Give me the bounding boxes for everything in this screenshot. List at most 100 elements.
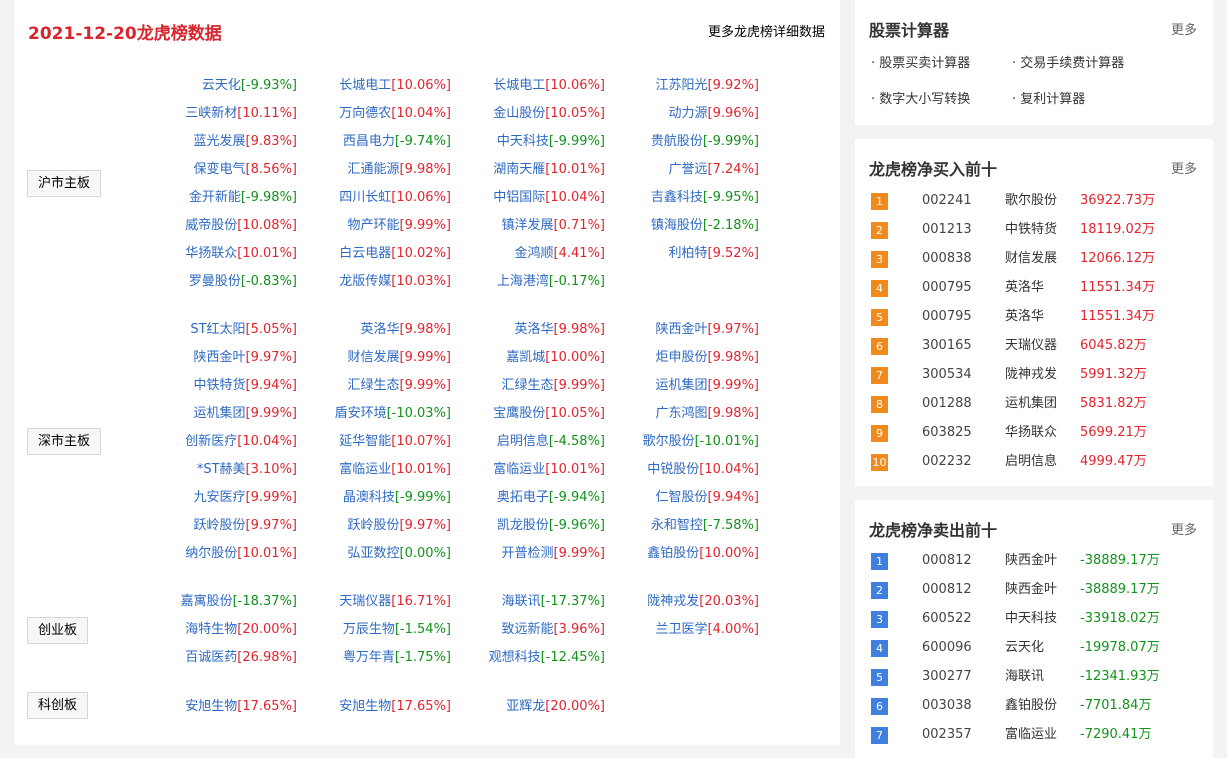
net-amount: 4999.47万 xyxy=(1080,454,1147,469)
stock-name: 上海港湾 xyxy=(496,274,549,289)
rank-row[interactable]: 7 002357 富临运业 -7290.41万 xyxy=(855,726,1213,746)
net-amount: -12341.93万 xyxy=(1080,669,1160,684)
stock-name[interactable]: 陕西金叶 xyxy=(1005,552,1057,570)
stock-link[interactable]: 利柏特[9.52%] xyxy=(14,242,759,261)
rank-number: 5 xyxy=(871,669,888,686)
stock-link[interactable]: 永和智控[-7.58%] xyxy=(14,514,759,533)
stock-code: 002241 xyxy=(922,193,972,208)
stock-name[interactable]: 运机集团 xyxy=(1005,395,1057,413)
net-amount: 5831.82万 xyxy=(1080,396,1147,411)
stock-change: [9.52%] xyxy=(707,246,759,261)
rank-row[interactable]: 3 000838 财信发展 12066.12万 xyxy=(855,250,1213,270)
rank-row[interactable]: 10 002232 启明信息 4999.47万 xyxy=(855,453,1213,473)
rank-number: 8 xyxy=(871,396,888,413)
stock-change: [-7.58%] xyxy=(702,518,759,533)
stock-name: 陕西金叶 xyxy=(655,322,708,337)
stock-name[interactable]: 陇神戎发 xyxy=(1005,366,1057,384)
stock-name: 仁智股份 xyxy=(655,490,708,505)
stock-link[interactable]: 中锐股份[10.04%] xyxy=(14,458,759,477)
stock-name[interactable]: 英洛华 xyxy=(1005,308,1044,326)
longhu-panel: 2021-12-20龙虎榜数据 更多龙虎榜详细数据 沪市主板 云天化[-9.93%… xyxy=(14,0,840,745)
stock-link[interactable]: 兰卫医学[4.00%] xyxy=(14,618,759,637)
rank-row[interactable]: 1 000812 陕西金叶 -38889.17万 xyxy=(855,552,1213,572)
calc-number-convert-link[interactable]: · 数字大小写转换 xyxy=(871,88,970,107)
net-amount: -38889.17万 xyxy=(1080,582,1160,597)
calc-compound-link[interactable]: · 复利计算器 xyxy=(1012,88,1085,107)
rank-number: 9 xyxy=(871,425,888,442)
stock-name[interactable]: 启明信息 xyxy=(1005,453,1057,471)
rank-row[interactable]: 3 600522 中天科技 -33918.02万 xyxy=(855,610,1213,630)
rank-row[interactable]: 4 000795 英洛华 11551.34万 xyxy=(855,279,1213,299)
buy-top10-more-link[interactable]: 更多 xyxy=(1171,158,1197,177)
stock-name: 贵航股份 xyxy=(650,134,703,149)
stock-name: 吉鑫科技 xyxy=(650,190,703,205)
stock-link[interactable]: 上海港湾[-0.17%] xyxy=(14,270,605,289)
rank-number: 6 xyxy=(871,698,888,715)
stock-name[interactable]: 云天化 xyxy=(1005,639,1044,657)
stock-link[interactable]: 贵航股份[-9.99%] xyxy=(14,130,759,149)
rank-row[interactable]: 8 001288 运机集团 5831.82万 xyxy=(855,395,1213,415)
net-amount: 12066.12万 xyxy=(1080,251,1156,266)
buy-top10-title: 龙虎榜净买入前十 xyxy=(869,160,998,179)
stock-name: 江苏阳光 xyxy=(655,78,708,93)
stock-name[interactable]: 中铁特货 xyxy=(1005,221,1057,239)
rank-row[interactable]: 6 300165 天瑞仪器 6045.82万 xyxy=(855,337,1213,357)
rank-row[interactable]: 4 600096 云天化 -19978.07万 xyxy=(855,639,1213,659)
stock-name[interactable]: 中天科技 xyxy=(1005,610,1057,628)
stock-change: [9.97%] xyxy=(707,322,759,337)
stock-code: 000812 xyxy=(922,582,972,597)
stock-name[interactable]: 歌尔股份 xyxy=(1005,192,1057,210)
sell-top10-more-link[interactable]: 更多 xyxy=(1171,519,1197,538)
stock-change: [-9.95%] xyxy=(702,190,759,205)
stock-link[interactable]: 吉鑫科技[-9.95%] xyxy=(14,186,759,205)
stock-link[interactable]: 陇神戎发[20.03%] xyxy=(14,590,759,609)
rank-row[interactable]: 7 300534 陇神戎发 5991.32万 xyxy=(855,366,1213,386)
stock-link[interactable]: 鑫铂股份[10.00%] xyxy=(14,542,759,561)
stock-link[interactable]: 仁智股份[9.94%] xyxy=(14,486,759,505)
stock-name[interactable]: 华扬联众 xyxy=(1005,424,1057,442)
rank-row[interactable]: 2 001213 中铁特货 18119.02万 xyxy=(855,221,1213,241)
stock-change: [10.04%] xyxy=(699,462,759,477)
stock-name[interactable]: 富临运业 xyxy=(1005,726,1057,744)
calculator-more-link[interactable]: 更多 xyxy=(1171,19,1197,38)
rank-row[interactable]: 1 002241 歌尔股份 36922.73万 xyxy=(855,192,1213,212)
stock-name[interactable]: 鑫铂股份 xyxy=(1005,697,1057,715)
stock-code: 002357 xyxy=(922,727,972,742)
stock-name: 中锐股份 xyxy=(647,462,700,477)
stock-change: [4.00%] xyxy=(707,622,759,637)
stock-name[interactable]: 海联讯 xyxy=(1005,668,1044,686)
stock-code: 001213 xyxy=(922,222,972,237)
stock-link[interactable]: 亚辉龙[20.00%] xyxy=(14,695,605,714)
stock-name[interactable]: 陕西金叶 xyxy=(1005,581,1057,599)
stock-link[interactable]: 陕西金叶[9.97%] xyxy=(14,318,759,337)
stock-link[interactable]: 观想科技[-12.45%] xyxy=(14,646,605,665)
stock-link[interactable]: 运机集团[9.99%] xyxy=(14,374,759,393)
calc-buy-sell-link[interactable]: · 股票买卖计算器 xyxy=(871,52,970,71)
stock-name[interactable]: 天瑞仪器 xyxy=(1005,337,1057,355)
rank-row[interactable]: 5 300277 海联讯 -12341.93万 xyxy=(855,668,1213,688)
rank-row[interactable]: 5 000795 英洛华 11551.34万 xyxy=(855,308,1213,328)
stock-link[interactable]: 动力源[9.96%] xyxy=(14,102,759,121)
stock-code: 000838 xyxy=(922,251,972,266)
stock-change: [-9.99%] xyxy=(702,134,759,149)
stock-change: [10.00%] xyxy=(699,546,759,561)
rank-row[interactable]: 6 003038 鑫铂股份 -7701.84万 xyxy=(855,697,1213,717)
stock-link[interactable]: 江苏阳光[9.92%] xyxy=(14,74,759,93)
buy-top10-box: 龙虎榜净买入前十 更多 1 002241 歌尔股份 36922.73万 2 001213 中… xyxy=(855,139,1213,486)
rank-row[interactable]: 2 000812 陕西金叶 -38889.17万 xyxy=(855,581,1213,601)
net-amount: 11551.34万 xyxy=(1080,309,1156,324)
net-amount: 6045.82万 xyxy=(1080,338,1147,353)
calc-fee-link[interactable]: · 交易手续费计算器 xyxy=(1012,52,1124,71)
stock-link[interactable]: 广东鸿图[9.98%] xyxy=(14,402,759,421)
more-details-link[interactable]: 更多龙虎榜详细数据 xyxy=(708,21,825,40)
stock-link[interactable]: 镇海股份[-2.18%] xyxy=(14,214,759,233)
rank-number: 4 xyxy=(871,280,888,297)
net-amount: 18119.02万 xyxy=(1080,222,1156,237)
stock-link[interactable]: 歌尔股份[-10.01%] xyxy=(14,430,759,449)
stock-code: 003038 xyxy=(922,698,972,713)
stock-link[interactable]: 广誉远[7.24%] xyxy=(14,158,759,177)
rank-row[interactable]: 9 603825 华扬联众 5699.21万 xyxy=(855,424,1213,444)
stock-name[interactable]: 英洛华 xyxy=(1005,279,1044,297)
stock-link[interactable]: 炬申股份[9.98%] xyxy=(14,346,759,365)
stock-name[interactable]: 财信发展 xyxy=(1005,250,1057,268)
